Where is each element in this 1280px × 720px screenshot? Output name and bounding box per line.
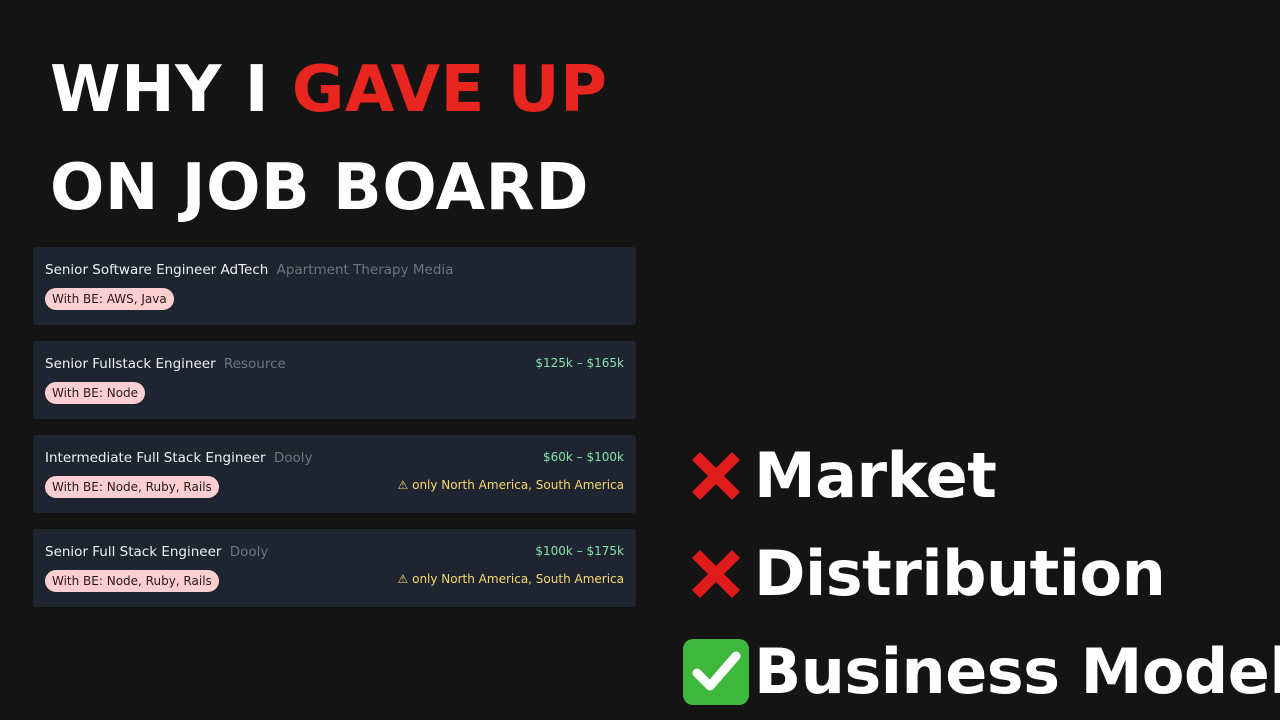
cross-mark-icon: [692, 550, 740, 598]
checklist-label: Market: [754, 439, 997, 512]
headline-text-red: GAVE UP: [291, 53, 608, 127]
job-title-row: Senior Fullstack Engineer Resource: [45, 355, 286, 373]
job-company: Dooly: [229, 544, 269, 560]
job-company: Dooly: [273, 450, 313, 466]
job-title: Intermediate Full Stack Engineer: [45, 450, 266, 466]
job-tag: With BE: Node, Ruby, Rails: [45, 570, 219, 592]
cross-mark-icon: [692, 452, 740, 500]
checklist-item-distribution: Distribution: [680, 537, 1166, 610]
job-title-row: Intermediate Full Stack Engineer Dooly: [45, 449, 313, 467]
job-card[interactable]: Intermediate Full Stack Engineer Dooly W…: [33, 435, 636, 513]
checklist-label: Business Model: [754, 635, 1280, 708]
job-title: Senior Software Engineer AdTech: [45, 262, 269, 278]
job-title-row: Senior Software Engineer AdTech Apartmen…: [45, 261, 453, 279]
job-company: Resource: [223, 356, 286, 372]
checklist-label: Distribution: [754, 537, 1166, 610]
job-salary: $125k – $165k: [535, 356, 624, 370]
job-tag: With BE: AWS, Java: [45, 288, 174, 310]
job-salary: $60k – $100k: [543, 450, 624, 464]
job-title-row: Senior Full Stack Engineer Dooly: [45, 543, 268, 561]
job-title: Senior Full Stack Engineer: [45, 544, 222, 560]
checklist-item-business-model: Business Model: [680, 636, 1280, 708]
job-card[interactable]: Senior Software Engineer AdTech Apartmen…: [33, 247, 636, 325]
checklist-item-market: Market: [680, 439, 997, 512]
job-region-warning: ⚠ only North America, South America: [397, 478, 624, 492]
job-tag: With BE: Node, Ruby, Rails: [45, 476, 219, 498]
headline-line-2: ON JOB BOARD: [50, 151, 589, 225]
job-title: Senior Fullstack Engineer: [45, 356, 216, 372]
job-card[interactable]: Senior Fullstack Engineer Resource With …: [33, 341, 636, 419]
headline-line-1: WHY I GAVE UP: [50, 52, 608, 128]
job-tag: With BE: Node: [45, 382, 146, 404]
check-mark-icon: [683, 639, 749, 705]
job-region-warning: ⚠ only North America, South America: [397, 572, 624, 586]
job-salary: $100k – $175k: [535, 544, 624, 558]
job-card[interactable]: Senior Full Stack Engineer Dooly With BE…: [33, 529, 636, 607]
job-company: Apartment Therapy Media: [276, 262, 454, 278]
headline-text-white: WHY I: [50, 53, 292, 127]
